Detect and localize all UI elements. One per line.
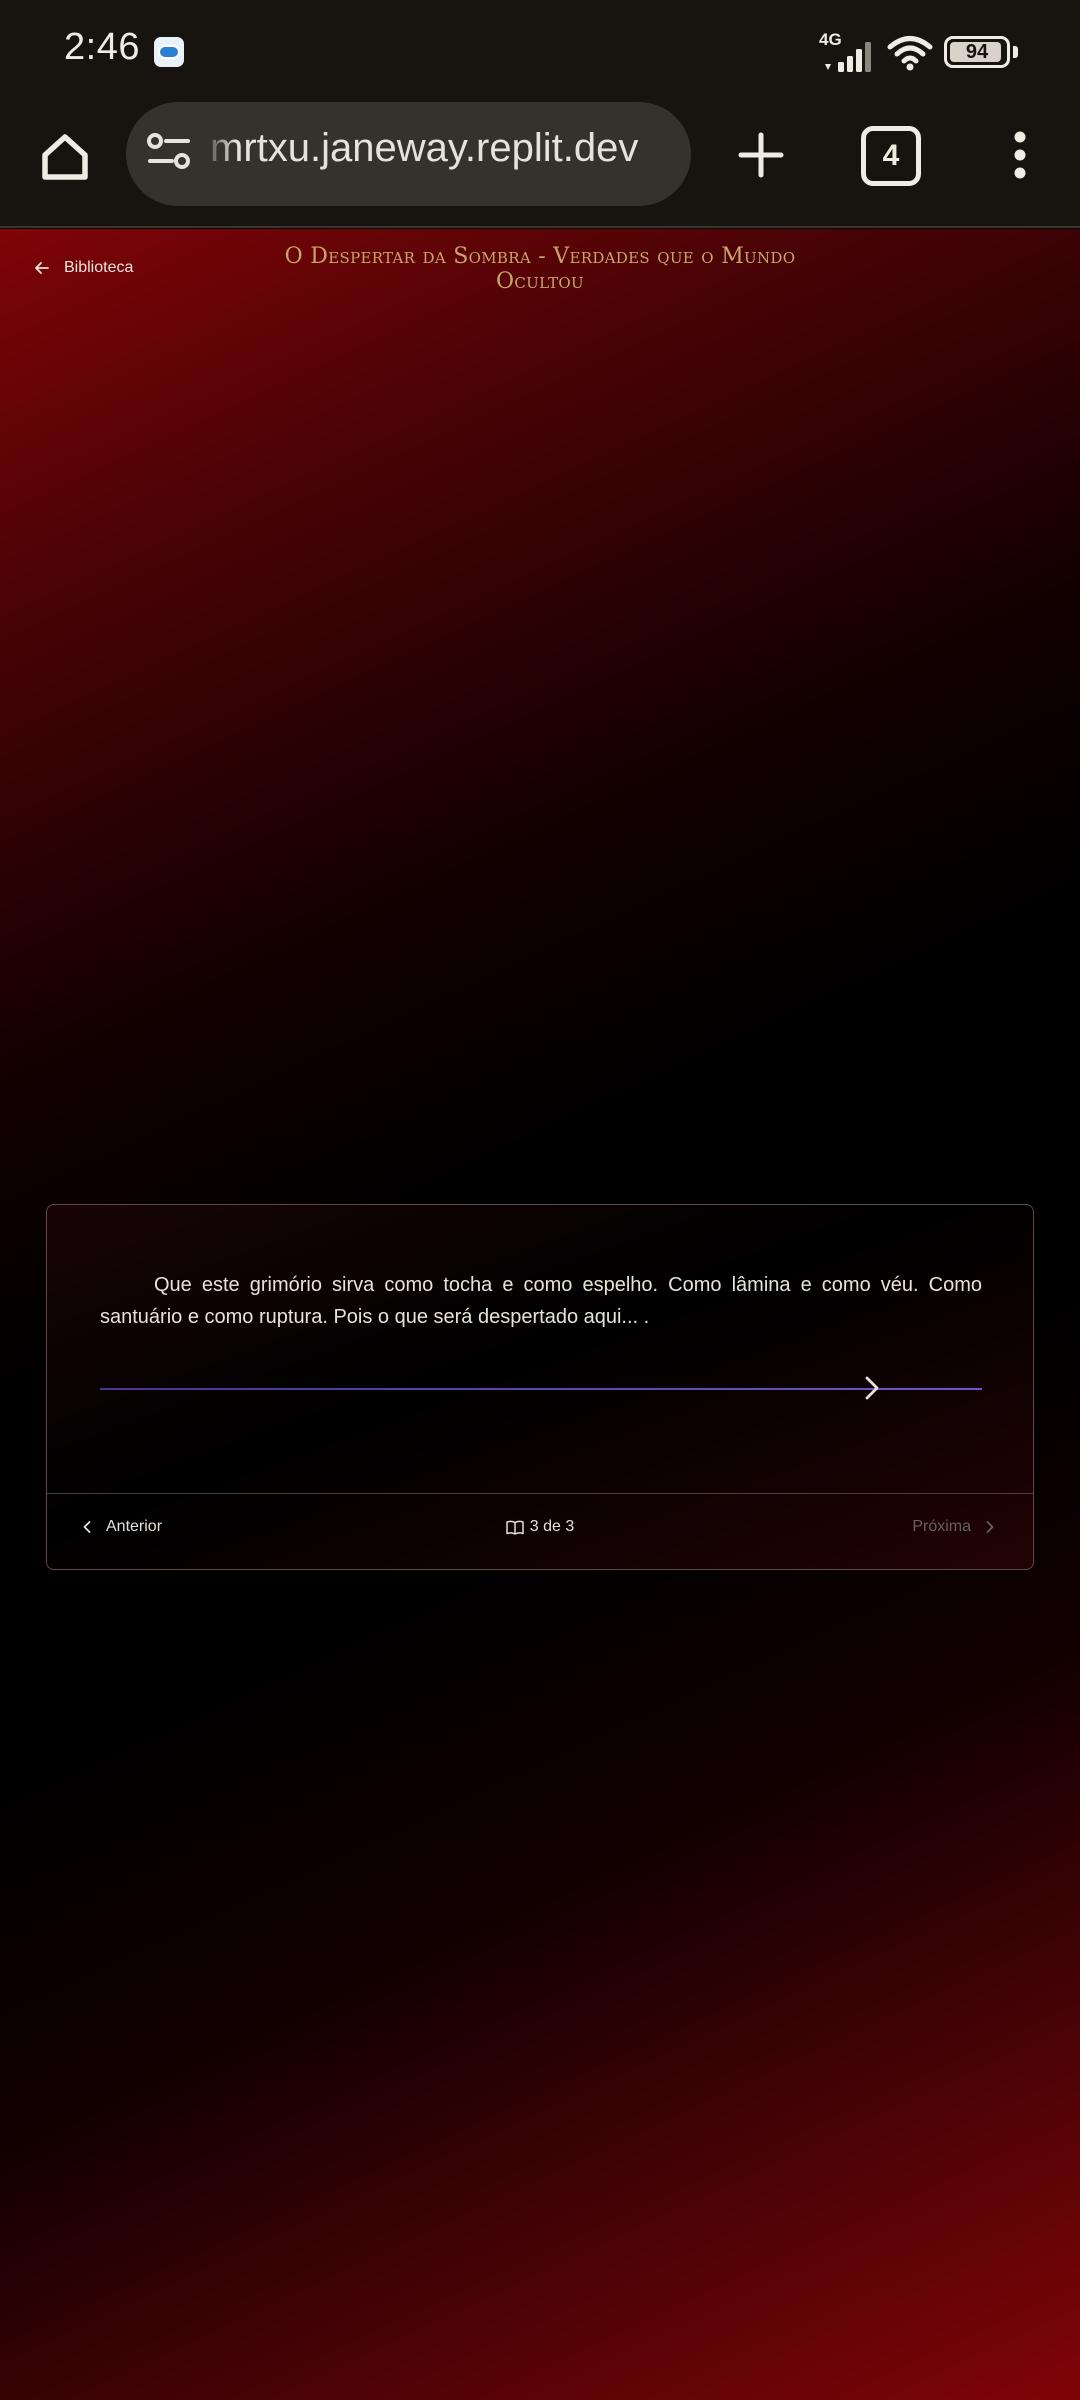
battery-icon: 94 bbox=[944, 36, 1010, 68]
next-page-button[interactable]: Próxima bbox=[912, 1518, 995, 1536]
new-tab-button[interactable] bbox=[726, 120, 796, 190]
back-to-library-link[interactable]: Biblioteca bbox=[34, 253, 133, 283]
home-icon bbox=[42, 134, 88, 180]
url-text: mrtxu.janeway.replit.dev bbox=[210, 126, 639, 170]
chevron-right-icon bbox=[865, 1376, 879, 1400]
tune-icon[interactable] bbox=[146, 132, 192, 172]
more-vert-icon bbox=[1014, 131, 1026, 179]
wifi-icon bbox=[887, 36, 933, 71]
book-title: O Despertar da Sombra - Verdades que o M… bbox=[284, 244, 796, 294]
reader-card: Que este grimório sirva como tocha e com… bbox=[46, 1204, 1034, 1570]
page-indicator-text: 3 de 3 bbox=[529, 1518, 575, 1535]
page-indicator: 3 de 3 bbox=[47, 1518, 1033, 1536]
next-label: Próxima bbox=[912, 1518, 971, 1535]
pagination-footer: Anterior 3 de 3 Próxima bbox=[47, 1493, 1033, 1569]
arrow-left-icon bbox=[35, 262, 49, 274]
status-indicators: 4G 94 bbox=[819, 28, 1032, 74]
status-time: 2:46 bbox=[64, 26, 140, 68]
address-bar[interactable]: mrtxu.janeway.replit.dev bbox=[126, 102, 691, 206]
plus-icon bbox=[738, 132, 784, 178]
battery-percent: 94 bbox=[965, 40, 989, 63]
tab-switcher-button[interactable]: 4 bbox=[861, 126, 921, 186]
back-link-label: Biblioteca bbox=[64, 259, 134, 276]
home-button[interactable] bbox=[30, 122, 100, 192]
book-open-icon bbox=[506, 1520, 524, 1535]
reader-page: Biblioteca O Despertar da Sombra - Verda… bbox=[0, 229, 1080, 2400]
browser-menu-button[interactable] bbox=[1000, 120, 1040, 190]
passage-text: Que este grimório sirva como tocha e com… bbox=[100, 1274, 982, 1328]
divider-line bbox=[100, 1388, 982, 1390]
signal-icon bbox=[825, 42, 871, 72]
status-bar: 2:46 4G 94 bbox=[0, 0, 1080, 100]
notification-app-icon bbox=[154, 37, 184, 67]
continue-chevron-button[interactable] bbox=[857, 1373, 887, 1403]
browser-toolbar: mrtxu.janeway.replit.dev 4 bbox=[0, 100, 1080, 228]
chevron-right-icon bbox=[986, 1521, 994, 1533]
